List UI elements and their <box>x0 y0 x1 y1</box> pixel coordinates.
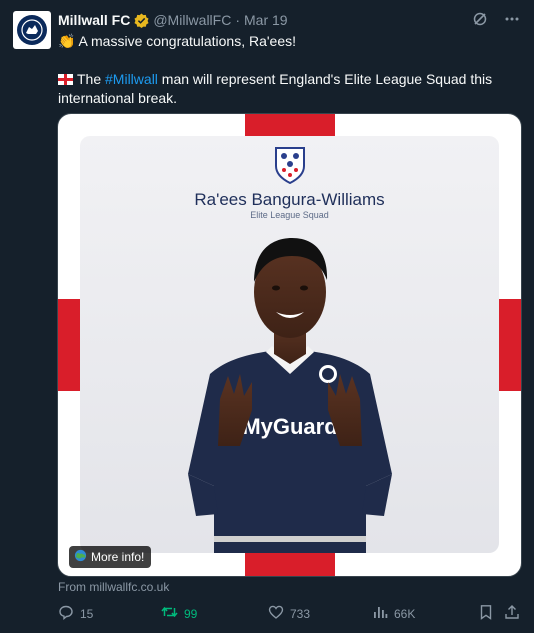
more-info-label: More info! <box>91 550 145 564</box>
views-count: 66K <box>394 606 416 621</box>
england-flag-icon <box>58 74 73 85</box>
verified-badge-icon <box>134 12 149 28</box>
bookmark-button[interactable] <box>478 604 494 623</box>
globe-icon <box>74 549 87 565</box>
views-icon <box>372 604 388 623</box>
tweet-text-pre: The <box>77 71 106 87</box>
reply-icon <box>58 604 74 623</box>
author-handle[interactable]: @MillwallFC <box>153 12 231 28</box>
share-button[interactable] <box>504 604 520 623</box>
top-actions <box>472 11 520 32</box>
link-source[interactable]: From millwallfc.co.uk <box>58 580 169 594</box>
more-icon[interactable] <box>504 11 520 32</box>
like-button[interactable]: 733 <box>268 604 310 623</box>
more-info-button[interactable]: More info! <box>69 546 152 568</box>
like-count: 733 <box>290 606 311 621</box>
reply-button[interactable]: 15 <box>58 604 93 623</box>
like-icon <box>268 604 284 623</box>
author-name[interactable]: Millwall FC <box>58 12 130 28</box>
tweet-line-2: The #Millwall man will represent England… <box>58 70 518 108</box>
hashtag-link[interactable]: #Millwall <box>105 71 158 87</box>
player-card: Ra'ees Bangura-Williams Elite League Squ… <box>80 136 499 553</box>
england-crest-icon <box>275 147 305 184</box>
views-button[interactable]: 66K <box>372 604 415 623</box>
tweet[interactable]: Millwall FC @MillwallFC · Mar 19 👏 A mas… <box>0 0 534 633</box>
tweet-header: Millwall FC @MillwallFC · Mar 19 <box>58 11 288 29</box>
shirt-sponsor: MyGuard <box>242 414 337 439</box>
tweet-line-1: 👏 A massive congratulations, Ra'ees! <box>58 33 296 49</box>
grok-icon[interactable] <box>472 11 488 32</box>
tweet-date[interactable]: Mar 19 <box>244 12 288 28</box>
tweet-text: 👏 A massive congratulations, Ra'ees! The… <box>58 32 518 108</box>
share-icon <box>504 604 520 623</box>
reply-count: 15 <box>80 606 94 621</box>
separator-dot: · <box>235 12 240 28</box>
action-bar: 15 99 733 66K <box>58 604 520 624</box>
player-name: Ra'ees Bangura-Williams <box>194 190 385 209</box>
repost-count: 99 <box>184 606 198 621</box>
repost-button[interactable]: 99 <box>161 604 197 623</box>
squad-label: Elite League Squad <box>250 210 329 220</box>
repost-icon <box>161 604 178 623</box>
avatar[interactable] <box>13 11 51 49</box>
millwall-logo-icon <box>17 15 47 45</box>
media-image[interactable]: Ra'ees Bangura-Williams Elite League Squ… <box>57 113 522 577</box>
bookmark-icon <box>478 604 494 623</box>
player-photo: MyGuard <box>188 238 392 553</box>
